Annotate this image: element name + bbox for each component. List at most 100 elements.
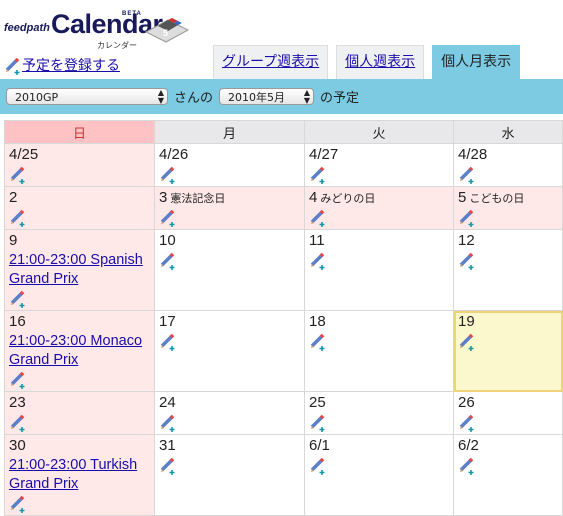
- pencil-add-icon[interactable]: [458, 332, 476, 351]
- week-row: 30 21:00-23:00 Turkish Grand Prix 31 6/1 6/2: [4, 434, 563, 516]
- day-header: 5 こどもの日: [458, 188, 558, 208]
- pencil-add-icon[interactable]: [159, 456, 177, 475]
- pencil-add-icon[interactable]: [9, 494, 27, 513]
- week-row: 9 21:00-23:00 Spanish Grand Prix 10 11 12: [4, 229, 563, 311]
- pencil-add-icon[interactable]: [9, 370, 27, 389]
- week-row: 2 3 憲法記念日 4 みどりの日 5 こどもの日: [4, 186, 563, 230]
- month-select[interactable]: 2010年5月 ▲ ▼: [219, 88, 315, 105]
- day-header: 4/25: [9, 145, 150, 165]
- pencil-add-icon[interactable]: [9, 208, 27, 227]
- pencil-add-icon[interactable]: [458, 456, 476, 475]
- pencil-add-icon[interactable]: [309, 456, 327, 475]
- day-number: 11: [309, 232, 325, 249]
- tab-group-week[interactable]: グループ週表示: [213, 45, 329, 79]
- pencil-add-icon[interactable]: [309, 251, 327, 270]
- day-number: 6/1: [309, 437, 330, 454]
- day-cell[interactable]: 18: [304, 310, 454, 392]
- day-number: 18: [309, 313, 326, 330]
- day-header: 25: [309, 393, 449, 413]
- day-number: 4/27: [309, 146, 339, 163]
- pencil-add-icon[interactable]: [309, 208, 327, 227]
- day-number: 10: [159, 232, 176, 249]
- day-number: 9: [9, 232, 18, 249]
- pencil-add-icon[interactable]: [458, 165, 476, 184]
- pencil-add-icon[interactable]: [159, 332, 177, 351]
- day-cell[interactable]: 31: [154, 434, 305, 516]
- month-calendar: 日 月 火 水 4/25 4/26 4/27 4/28 2 3 憲法記念日 4 みどりの日 5 こど…: [4, 120, 563, 516]
- tab-personal-week[interactable]: 個人週表示: [336, 45, 425, 79]
- user-select[interactable]: 2010GP ▲ ▼: [6, 88, 168, 105]
- pencil-add-icon[interactable]: [159, 165, 177, 184]
- week-row: 23 24 25 26: [4, 391, 563, 435]
- week-row: 16 21:00-23:00 Monaco Grand Prix 17 18 19: [4, 310, 563, 392]
- day-header: 17: [159, 312, 300, 332]
- day-cell[interactable]: 17: [154, 310, 305, 392]
- day-number: 30: [9, 437, 26, 454]
- day-cell[interactable]: 4 みどりの日: [304, 186, 454, 230]
- day-cell[interactable]: 10: [154, 229, 305, 311]
- pencil-add-icon[interactable]: [458, 208, 476, 227]
- day-cell[interactable]: 26: [453, 391, 563, 435]
- event-link[interactable]: 21:00-23:00 Spanish Grand Prix: [9, 251, 150, 289]
- pencil-add-icon[interactable]: [458, 251, 476, 270]
- day-header: 16: [9, 312, 150, 332]
- day-header: 31: [159, 436, 300, 456]
- pencil-add-icon[interactable]: [9, 165, 27, 184]
- day-cell[interactable]: 12: [453, 229, 563, 311]
- pencil-add-icon[interactable]: [309, 413, 327, 432]
- day-cell[interactable]: 24: [154, 391, 305, 435]
- day-cell[interactable]: 11: [304, 229, 454, 311]
- pencil-add-icon[interactable]: [309, 165, 327, 184]
- day-cell[interactable]: 16 21:00-23:00 Monaco Grand Prix: [4, 310, 155, 392]
- day-cell[interactable]: 9 21:00-23:00 Spanish Grand Prix: [4, 229, 155, 311]
- day-cell[interactable]: 5 こどもの日: [453, 186, 563, 230]
- day-cell[interactable]: 4/27: [304, 143, 454, 187]
- logo-kana: カレンダー: [97, 41, 137, 50]
- pencil-add-icon[interactable]: [159, 413, 177, 432]
- day-cell[interactable]: 4/28: [453, 143, 563, 187]
- pencil-add-icon[interactable]: [9, 289, 27, 308]
- day-number: 3: [159, 189, 168, 206]
- day-header: 4/26: [159, 145, 300, 165]
- pencil-add-icon[interactable]: [159, 251, 177, 270]
- pencil-add-icon[interactable]: [458, 413, 476, 432]
- holiday-name: こどもの日: [469, 192, 525, 205]
- day-number: 4: [309, 189, 318, 206]
- day-header: 4/27: [309, 145, 449, 165]
- event-link[interactable]: 21:00-23:00 Turkish Grand Prix: [9, 456, 150, 494]
- day-cell[interactable]: 6/2: [453, 434, 563, 516]
- day-number: 17: [159, 313, 176, 330]
- day-header: 18: [309, 312, 449, 332]
- weekday-header: 水: [453, 120, 563, 144]
- pencil-add-icon[interactable]: [159, 208, 177, 227]
- day-header: 23: [9, 393, 150, 413]
- day-cell[interactable]: 25: [304, 391, 454, 435]
- add-event-link[interactable]: 予定を登録する: [4, 55, 120, 75]
- day-cell[interactable]: 30 21:00-23:00 Turkish Grand Prix: [4, 434, 155, 516]
- add-event-label: 予定を登録する: [22, 58, 120, 74]
- day-cell[interactable]: 2: [4, 186, 155, 230]
- day-cell[interactable]: 23: [4, 391, 155, 435]
- day-header: 26: [458, 393, 558, 413]
- weekday-header: 日: [4, 120, 155, 144]
- pencil-add-icon[interactable]: [9, 413, 27, 432]
- holiday-name: 憲法記念日: [170, 192, 226, 205]
- day-header: 30: [9, 436, 150, 456]
- day-header: 11: [309, 231, 449, 251]
- event-link[interactable]: 21:00-23:00 Monaco Grand Prix: [9, 332, 150, 370]
- day-cell[interactable]: 4/26: [154, 143, 305, 187]
- month-suffix: の予定: [320, 91, 360, 106]
- day-header: 6/2: [458, 436, 558, 456]
- pencil-add-icon[interactable]: [309, 332, 327, 351]
- day-cell[interactable]: 3 憲法記念日: [154, 186, 305, 230]
- select-arrows-icon: ▲ ▼: [303, 88, 311, 105]
- svg-text:5: 5: [163, 28, 168, 38]
- day-number: 2: [9, 189, 18, 206]
- app-logo: feedpath Calendar BETA カレンダー 5: [4, 9, 204, 50]
- day-header: 12: [458, 231, 558, 251]
- day-cell-today[interactable]: 19: [453, 310, 563, 392]
- view-tabs: グループ週表示 個人週表示 個人月表示: [213, 45, 521, 79]
- day-cell[interactable]: 4/25: [4, 143, 155, 187]
- day-cell[interactable]: 6/1: [304, 434, 454, 516]
- tab-personal-month[interactable]: 個人月表示: [432, 45, 521, 79]
